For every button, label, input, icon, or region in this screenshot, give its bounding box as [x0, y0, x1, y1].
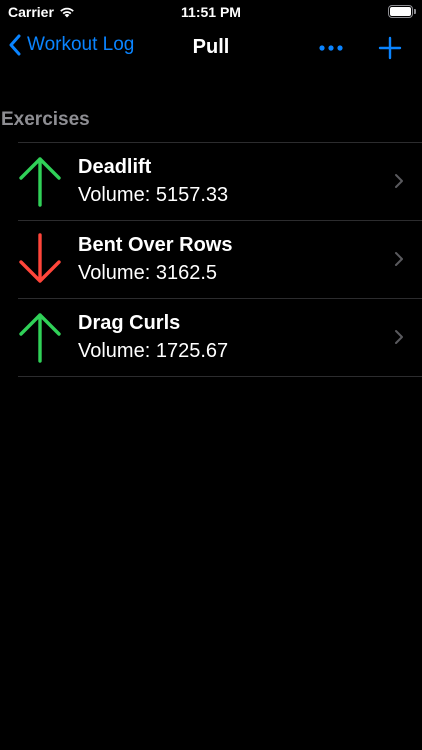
page-title: Pull [192, 36, 230, 58]
exercise-name: Bent Over Rows [78, 234, 233, 256]
arrow-up-icon [19, 157, 61, 207]
more-button[interactable] [318, 36, 344, 65]
battery-fill [390, 7, 411, 16]
add-button[interactable] [378, 36, 402, 65]
plus-icon [378, 36, 402, 60]
status-time: 11:51 PM [181, 4, 241, 20]
arrow-down-icon [19, 233, 61, 283]
chevron-right-icon [395, 252, 403, 266]
exercise-text: Deadlift Volume: 5157.33 [78, 154, 228, 210]
exercise-row-deadlift[interactable]: Deadlift Volume: 5157.33 [18, 143, 422, 221]
exercise-text: Drag Curls Volume: 1725.67 [78, 310, 228, 366]
exercise-row-bent-over-rows[interactable]: Bent Over Rows Volume: 3162.5 [18, 221, 422, 299]
exercise-volume: Volume: 3162.5 [78, 262, 217, 284]
arrow-up-icon [19, 313, 61, 363]
chevron-right-icon [395, 330, 403, 344]
exercise-text: Bent Over Rows Volume: 3162.5 [78, 232, 232, 288]
exercise-row-drag-curls[interactable]: Drag Curls Volume: 1725.67 [18, 299, 422, 377]
exercise-volume: Volume: 1725.67 [78, 340, 229, 362]
exercise-name: Deadlift [78, 156, 152, 178]
chevron-right-icon [395, 174, 403, 188]
status-bar: Carrier 11:51 PM [0, 0, 422, 24]
section-header: Exercises [1, 109, 90, 130]
exercise-volume: Volume: 5157.33 [78, 184, 229, 206]
battery-icon [388, 5, 416, 18]
exercise-list: Deadlift Volume: 5157.33 Bent Over Rows … [0, 142, 422, 377]
exercise-name: Drag Curls [78, 312, 181, 334]
navigation-bar: Workout Log Pull [0, 26, 422, 70]
ellipsis-icon [319, 45, 343, 51]
